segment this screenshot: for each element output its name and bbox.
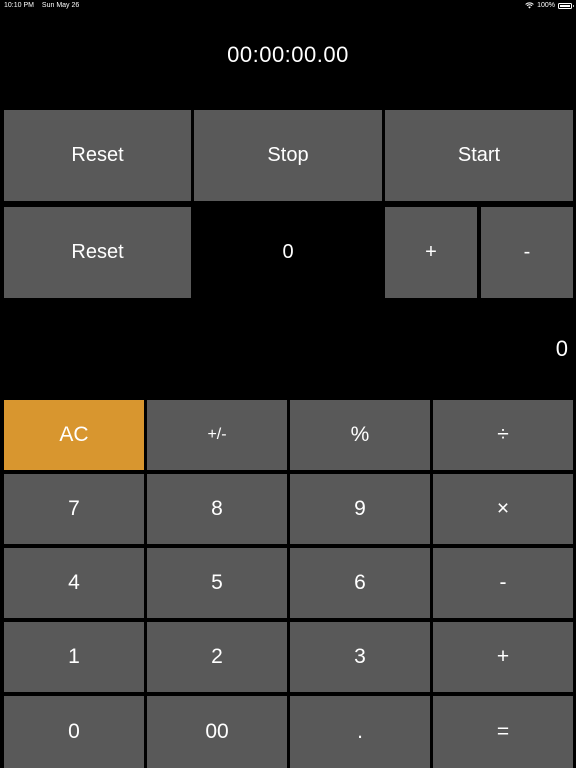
equals-button[interactable]: = [433, 696, 573, 768]
ac-button[interactable]: AC [4, 400, 144, 470]
three-button[interactable]: 3 [290, 622, 430, 692]
one-button[interactable]: 1 [4, 622, 144, 692]
six-button[interactable]: 6 [290, 548, 430, 618]
minus-button[interactable]: - [433, 548, 573, 618]
status-right: 100% [525, 2, 574, 9]
five-button[interactable]: 5 [147, 548, 287, 618]
calculator-display: 0 [555, 336, 568, 361]
status-date: Sun May 26 [41, 2, 80, 9]
wifi-icon [525, 2, 534, 9]
nine-button[interactable]: 9 [290, 474, 430, 544]
plus-button[interactable]: + [433, 622, 573, 692]
multiply-button[interactable]: × [433, 474, 573, 544]
stopwatch-stop-button[interactable]: Stop [194, 110, 382, 201]
decimal-button[interactable]: . [290, 696, 430, 768]
seven-button[interactable]: 7 [4, 474, 144, 544]
counter-reset-button[interactable]: Reset [4, 207, 191, 298]
battery-fill [560, 4, 570, 7]
percent-button[interactable]: % [290, 400, 430, 470]
status-left: 10:10 PM Sun May 26 [4, 2, 79, 9]
two-button[interactable]: 2 [147, 622, 287, 692]
counter-value: 0 [282, 241, 294, 263]
battery-percent: 100% [537, 2, 555, 9]
counter-decrement-button[interactable]: - [481, 207, 573, 298]
eight-button[interactable]: 8 [147, 474, 287, 544]
double-zero-button[interactable]: 00 [147, 696, 287, 768]
stopwatch-start-button[interactable]: Start [385, 110, 573, 201]
status-time: 10:10 PM [4, 2, 34, 9]
status-bar: 10:10 PM Sun May 26 100% [0, 0, 576, 12]
stopwatch-reset-button[interactable]: Reset [4, 110, 191, 201]
four-button[interactable]: 4 [4, 548, 144, 618]
stopwatch-display: 00:00:00.00 [227, 42, 349, 67]
plus-minus-button[interactable]: +/- [147, 400, 287, 470]
counter-increment-button[interactable]: + [385, 207, 477, 298]
zero-button[interactable]: 0 [4, 696, 144, 768]
battery-icon [558, 2, 574, 9]
divide-button[interactable]: ÷ [433, 400, 573, 470]
